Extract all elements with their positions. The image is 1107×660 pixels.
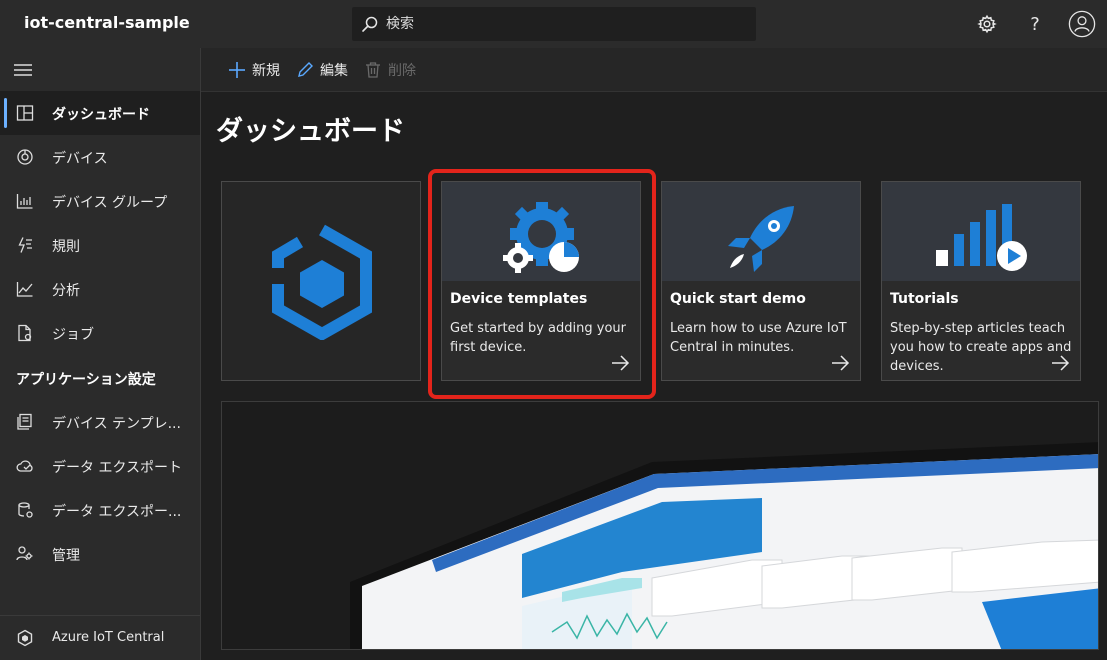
sidebar-item-dashboard[interactable]: ダッシュボード [0,91,200,135]
tile-description: Get started by adding your first device. [450,321,626,355]
dashboard-icon [16,105,34,121]
delete-button-label: 削除 [388,63,416,79]
edit-button[interactable]: 編集 [296,60,348,80]
sidebar-item-label: ダッシュボード [52,107,150,123]
sidebar-item-label: デバイス グループ [52,195,168,211]
analytics-icon [16,282,33,297]
hero-banner [221,401,1099,650]
device-templates-gear-icon [503,202,579,273]
sidebar-item-label: データ エクスポー... [52,504,182,520]
devices-icon [17,149,33,165]
administration-icon [16,546,33,561]
tile-title: Device templates [450,291,588,307]
search-box[interactable] [352,7,756,41]
sidebar-footer[interactable]: Azure IoT Central [0,615,200,660]
sidebar-item-label: デバイス テンプレ... [52,416,181,432]
footer-label: Azure IoT Central [52,630,165,645]
sidebar-item-rules[interactable]: 規則 [0,223,200,267]
delete-button[interactable]: 削除 [364,60,416,80]
sidebar-item-label: データ エクスポート [52,460,183,476]
rocket-icon [728,206,794,272]
pencil-icon [298,62,313,77]
sidebar-item-device-templates[interactable]: デバイス テンプレ... [0,400,200,444]
arrow-right-icon[interactable] [610,354,630,372]
search-icon [362,16,378,32]
logo-tile [221,181,421,381]
sidebar-item-device-groups[interactable]: デバイス グループ [0,179,200,223]
tutorials-chart-icon [936,204,1027,271]
plus-icon [229,62,245,78]
search-input[interactable] [386,14,746,34]
sidebar-item-label: デバイス [52,151,108,167]
new-button[interactable]: 新規 [228,60,280,80]
jobs-icon [18,324,32,342]
sidebar-item-administration[interactable]: 管理 [0,532,200,576]
new-button-label: 新規 [252,63,280,79]
tutorials-tile[interactable]: Tutorials Step-by-step articles teach yo… [881,181,1081,381]
sidebar-item-analytics[interactable]: 分析 [0,267,200,311]
sidebar-item-label: 分析 [52,283,80,299]
section-header-app-settings: アプリケーション設定 [16,372,156,388]
iot-central-logo [272,224,372,340]
data-export-legacy-icon [18,502,33,518]
tile-media [882,182,1080,281]
sidebar-item-jobs[interactable]: ジョブ [0,311,200,355]
arrow-right-icon[interactable] [830,354,850,372]
tile-description: Learn how to use Azure IoT Central in mi… [670,321,847,355]
edit-button-label: 編集 [320,63,348,79]
sidebar-item-label: 規則 [52,239,80,255]
quick-start-demo-tile[interactable]: Quick start demo Learn how to use Azure … [661,181,861,381]
tile-media [442,182,640,281]
account-button[interactable] [1068,10,1096,38]
device-templates-icon [17,413,32,430]
device-templates-tile[interactable]: Device templates Get started by adding y… [441,181,641,381]
help-button[interactable]: ? [1021,10,1049,38]
user-icon [1068,10,1096,38]
help-icon: ? [1030,13,1040,35]
tablet-illustration [350,442,1098,649]
settings-button[interactable] [973,10,1001,38]
page-title: ダッシュボード [216,116,405,147]
tile-title: Tutorials [890,291,959,307]
device-groups-icon [16,194,33,209]
top-bar: iot-central-sample ? [0,0,1107,48]
sidebar-item-devices[interactable]: デバイス [0,135,200,179]
app-title[interactable]: iot-central-sample [24,13,190,32]
sidebar-item-data-export-legacy[interactable]: データ エクスポー... [0,488,200,532]
arrow-right-icon[interactable] [1050,354,1070,372]
trash-icon [366,62,380,78]
tile-media [662,182,860,281]
tile-description: Step-by-step articles teach you how to c… [890,321,1072,374]
sidebar: ダッシュボード デバイス デバイス グループ 規則 分析 ジョブ アプリケーショ… [0,48,201,660]
sidebar-item-label: 管理 [52,548,80,564]
sidebar-item-data-export[interactable]: データ エクスポート [0,444,200,488]
gear-icon [977,14,997,34]
command-bar: 新規 編集 削除 [201,48,1107,92]
data-export-icon [16,460,33,472]
iot-central-logo-icon [17,629,33,647]
hamburger-menu-icon[interactable] [14,63,34,77]
sidebar-item-label: ジョブ [52,327,94,343]
rules-icon [18,237,32,253]
tile-title: Quick start demo [670,291,806,307]
